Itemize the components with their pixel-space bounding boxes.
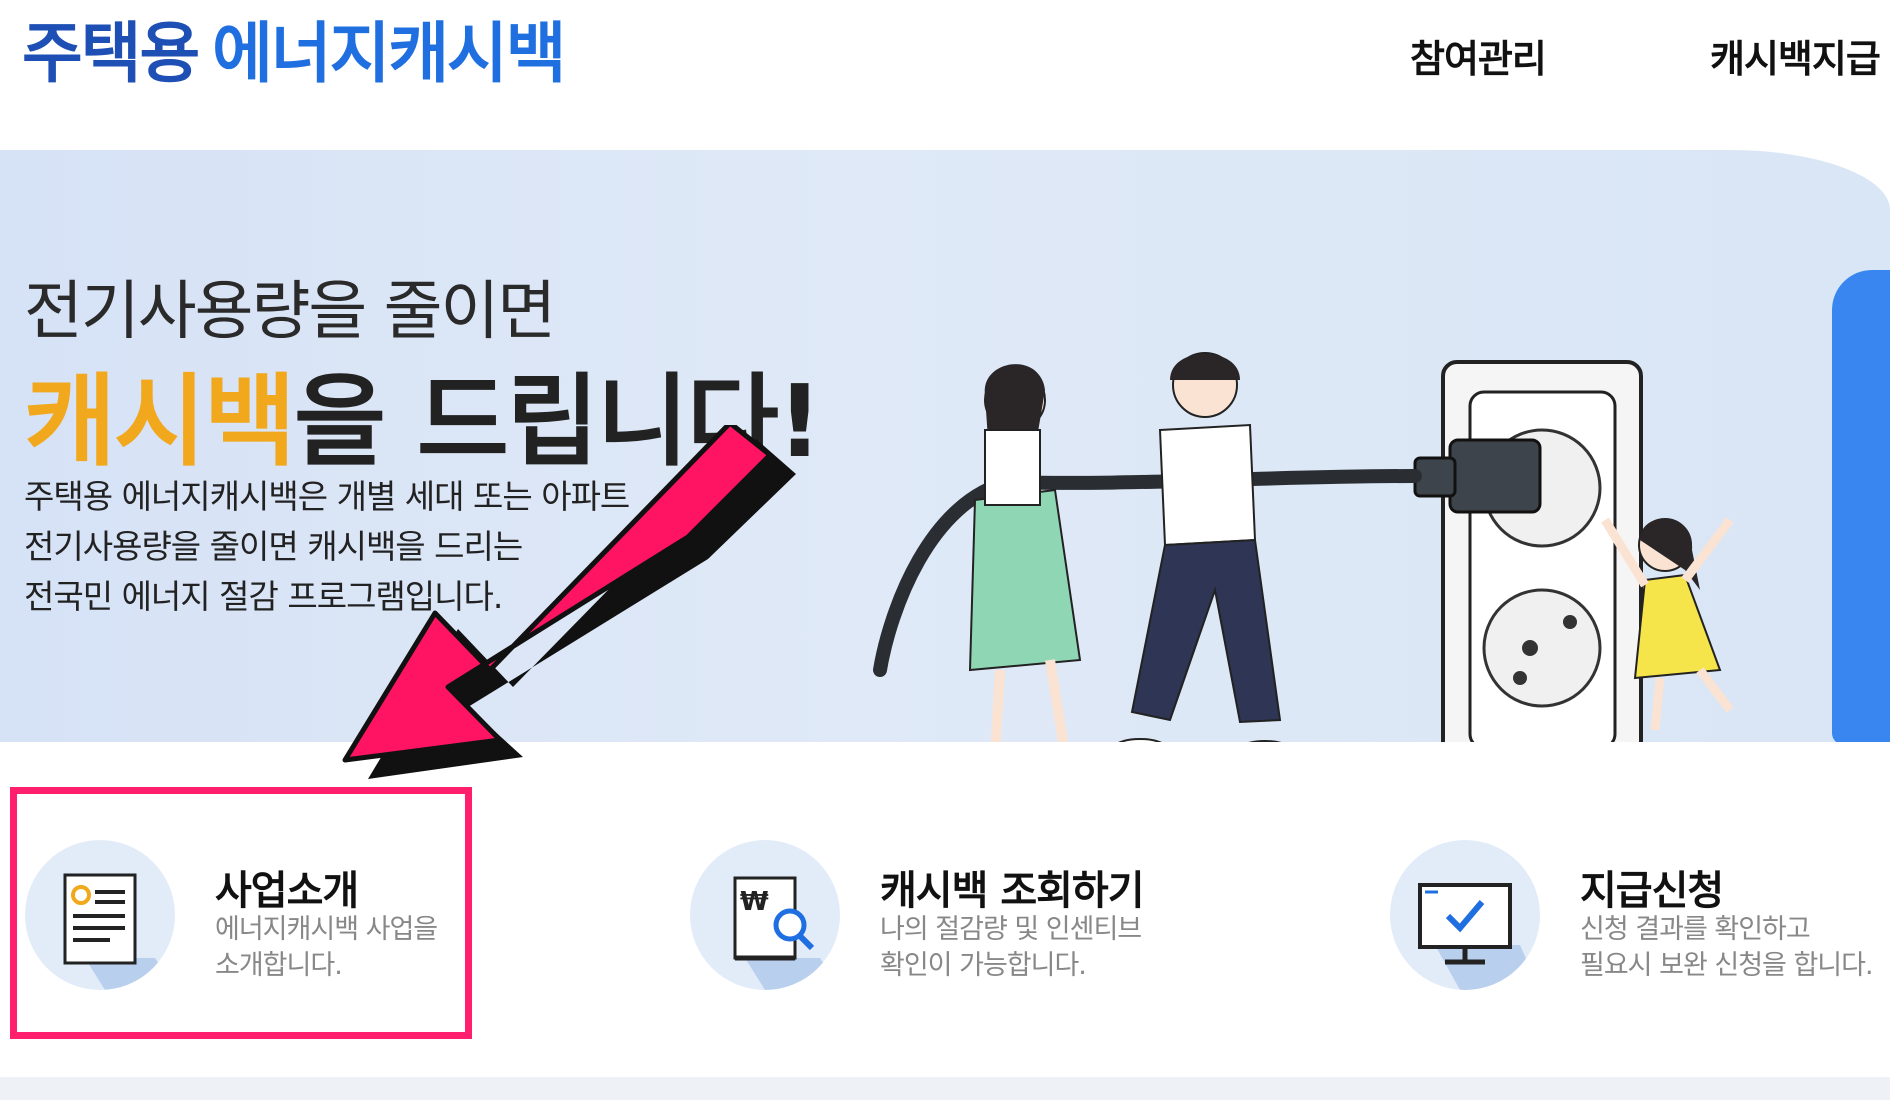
card-cashback-lookup[interactable]: ₩ 캐시백 조회하기 나의 절감량 및 인센티브 확인이 가능합니다. <box>690 840 1210 1010</box>
highlight-box-annotation <box>10 787 472 1039</box>
pointer-arrow-annotation <box>342 425 796 779</box>
site-logo[interactable]: 주택용 에너지캐시백 <box>22 14 567 94</box>
nav-participation[interactable]: 참여관리 <box>1410 28 1547 83</box>
card-desc-line: 신청 결과를 확인하고 <box>1580 914 1811 945</box>
card-description: 나의 절감량 및 인센티브 확인이 가능합니다. <box>880 912 1142 984</box>
bottom-section-edge <box>0 1077 1890 1100</box>
hero-line1: 전기사용량을 줄이면 <box>24 275 556 349</box>
logo-part2: 에너지캐시백 <box>212 15 566 92</box>
svg-text:₩: ₩ <box>740 887 769 917</box>
hero-cashback-highlight: 캐시백 <box>24 363 296 480</box>
monitor-check-icon <box>1390 840 1540 990</box>
side-blue-tab[interactable] <box>1832 270 1890 742</box>
card-title: 지급신청 <box>1580 868 1724 914</box>
won-search-icon: ₩ <box>690 840 840 990</box>
logo-part1: 주택용 <box>22 15 200 92</box>
hero-banner: 전기사용량을 줄이면 캐시백을 드립니다! 주택용 에너지캐시백은 개별 세대 … <box>0 150 1890 742</box>
nav-cashback-payment[interactable]: 캐시백지급 <box>1710 28 1881 83</box>
card-desc-line: 나의 절감량 및 인센티브 <box>880 914 1142 945</box>
family-unplug-illustration <box>873 352 1734 742</box>
card-desc-line: 필요시 보완 신청을 합니다. <box>1580 950 1874 981</box>
card-desc-line: 확인이 가능합니다. <box>880 950 1087 981</box>
card-title: 캐시백 조회하기 <box>880 868 1145 914</box>
card-description: 신청 결과를 확인하고 필요시 보완 신청을 합니다. <box>1580 912 1874 984</box>
card-payment-application[interactable]: 지급신청 신청 결과를 확인하고 필요시 보완 신청을 합니다. <box>1390 840 1890 1010</box>
